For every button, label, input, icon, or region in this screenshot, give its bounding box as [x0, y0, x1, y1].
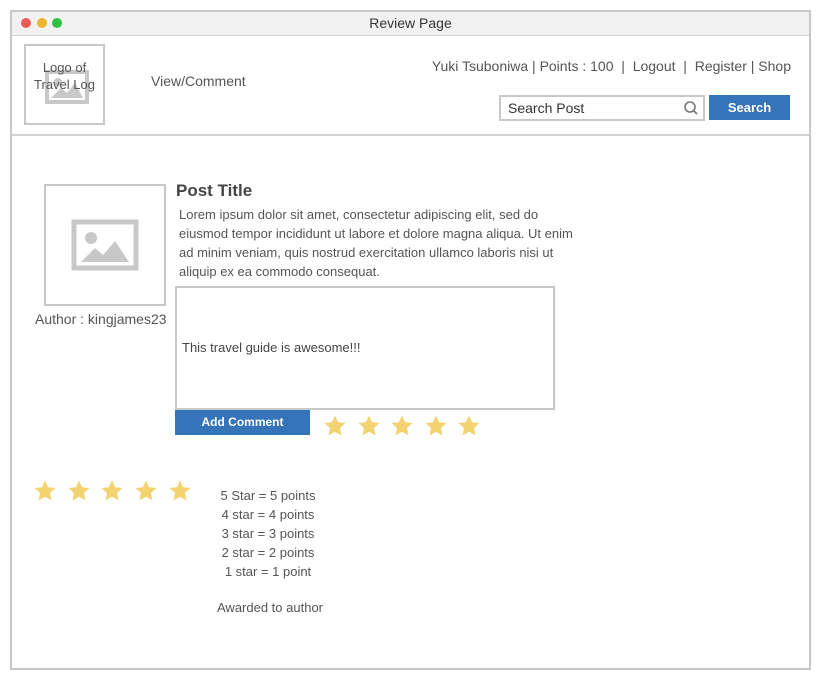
star-icon: [68, 480, 90, 501]
rating-star-3[interactable]: [390, 414, 414, 438]
user-menu: Yuki Tsuboniwa | Points : 100 | Logout |…: [432, 58, 791, 74]
star-icon: [169, 480, 191, 501]
separator: |: [746, 58, 759, 74]
search-button[interactable]: Search: [709, 95, 790, 120]
title-bar: Review Page: [12, 12, 809, 36]
rating-star-1[interactable]: [323, 414, 347, 438]
star-icon: [34, 480, 56, 501]
site-logo[interactable]: Logo of Travel Log: [24, 44, 105, 125]
comment-text: This travel guide is awesome!!!: [182, 340, 361, 355]
points-legend-line: 3 star = 3 points: [221, 526, 315, 541]
points-legend-line: 4 star = 4 points: [221, 507, 315, 522]
add-comment-button[interactable]: Add Comment: [175, 410, 310, 435]
post-body: Lorem ipsum dolor sit amet, consectetur …: [179, 207, 573, 279]
view-comment-link[interactable]: View/Comment: [151, 73, 246, 89]
comment-textarea[interactable]: This travel guide is awesome!!!: [175, 286, 555, 410]
search-box: [499, 95, 705, 121]
register-link[interactable]: Register: [695, 58, 747, 74]
post-title: Post Title: [176, 181, 253, 200]
points-legend-line: 2 star = 2 points: [221, 545, 315, 560]
user-name: Yuki Tsuboniwa: [431, 58, 529, 74]
search-icon: [684, 101, 698, 115]
separator: |: [613, 58, 633, 74]
rating-star-4[interactable]: [424, 414, 448, 438]
post-author: Author : kingjames23: [35, 311, 167, 327]
star-icon: [101, 480, 123, 501]
rating-star-2[interactable]: [357, 414, 381, 438]
awarded-note: Awarded to author: [217, 600, 323, 615]
browser-window: Review Page Logo of Travel Log View/Comm…: [10, 10, 811, 670]
points-legend-line: 5 Star = 5 points: [220, 488, 316, 503]
points-legend: 5 Star = 5 points 4 star = 4 points 3 st…: [208, 486, 328, 581]
image-placeholder-icon: [71, 219, 139, 271]
points-display: Points : 100: [539, 58, 614, 74]
post-image: [44, 184, 166, 306]
rating-star-5[interactable]: [457, 414, 481, 438]
shop-link[interactable]: Shop: [758, 58, 791, 74]
site-header: Logo of Travel Log View/Comment Yuki Tsu…: [12, 36, 809, 136]
star-icon: [135, 480, 157, 501]
logo-text: Logo of Travel Log: [34, 60, 95, 92]
separator: |: [528, 58, 540, 74]
points-legend-line: 1 star = 1 point: [224, 564, 312, 579]
window-title: Review Page: [369, 15, 452, 31]
logout-link[interactable]: Logout: [633, 58, 676, 74]
search-input[interactable]: [501, 97, 681, 119]
separator: |: [675, 58, 695, 74]
